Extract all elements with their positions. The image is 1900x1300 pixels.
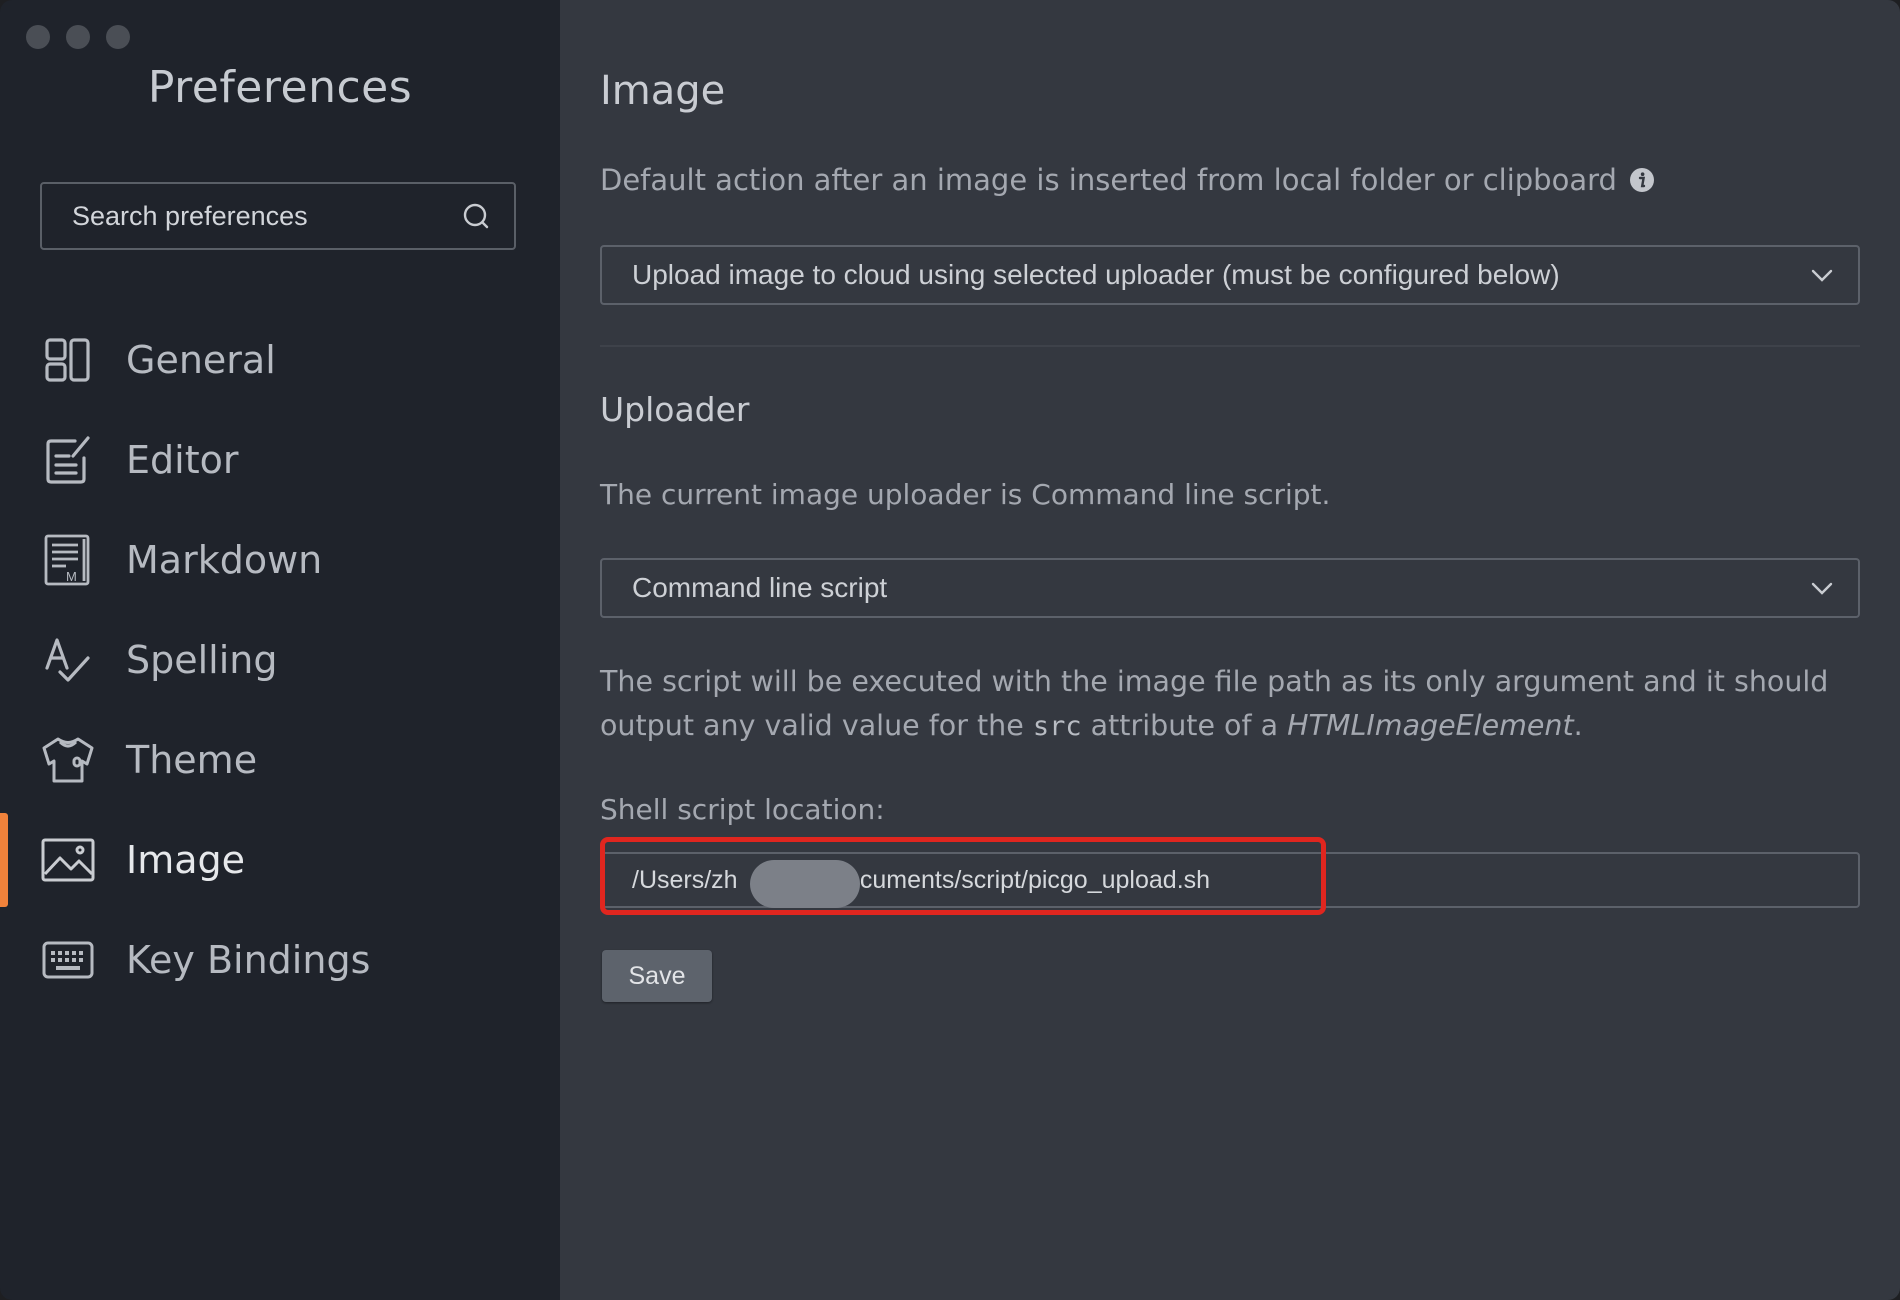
sidebar-item-label: Image: [126, 838, 246, 882]
chevron-down-icon: [1808, 574, 1836, 609]
search-input[interactable]: [42, 199, 456, 233]
sidebar-item-label: General: [126, 338, 276, 382]
uploader-value: Command line script: [632, 572, 888, 603]
redaction-blur: [750, 860, 860, 908]
image-icon: [40, 832, 96, 888]
sidebar: Preferences General: [0, 0, 560, 1300]
default-action-label: Default action after an image is inserte…: [600, 163, 1655, 197]
uploader-heading: Uploader: [600, 390, 750, 429]
sidebar-item-label: Markdown: [126, 538, 323, 582]
sidebar-item-label: Key Bindings: [126, 938, 371, 982]
script-desc-part2: attribute of a: [1081, 709, 1288, 742]
sidebar-item-spelling[interactable]: Spelling: [0, 610, 560, 710]
sidebar-item-editor[interactable]: Editor: [0, 410, 560, 510]
markdown-icon: M: [40, 532, 96, 588]
zoom-window-button[interactable]: [106, 25, 130, 49]
sidebar-item-theme[interactable]: Theme: [0, 710, 560, 810]
sidebar-item-label: Editor: [126, 438, 239, 482]
script-desc-code: src: [1032, 711, 1082, 742]
default-action-text: Default action after an image is inserte…: [600, 163, 1617, 197]
sidebar-item-image[interactable]: Image: [0, 810, 560, 910]
preferences-window: Preferences General: [0, 0, 1900, 1300]
window-controls: [26, 25, 130, 49]
sidebar-item-label: Theme: [126, 738, 258, 782]
shell-script-label: Shell script location:: [600, 793, 885, 826]
close-window-button[interactable]: [26, 25, 50, 49]
uploader-current-text: The current image uploader is Command li…: [600, 478, 1331, 511]
sidebar-item-label: Spelling: [126, 638, 278, 682]
shirt-icon: [40, 732, 96, 788]
default-action-value: Upload image to cloud using selected upl…: [632, 259, 1560, 290]
edit-icon: [40, 432, 96, 488]
chevron-down-icon: [1808, 261, 1836, 296]
script-description: The script will be executed with the ima…: [600, 660, 1860, 749]
spellcheck-icon: [40, 632, 96, 688]
minimize-window-button[interactable]: [66, 25, 90, 49]
search-icon[interactable]: [456, 196, 496, 236]
search-box[interactable]: [40, 182, 516, 250]
default-action-select[interactable]: Upload image to cloud using selected upl…: [600, 245, 1860, 305]
script-desc-part3: .: [1573, 709, 1583, 742]
sidebar-title: Preferences: [147, 62, 413, 113]
page-title: Image: [600, 68, 726, 114]
sidebar-nav: General Editor M Markdown Spelling Theme…: [0, 310, 560, 1010]
sidebar-item-general[interactable]: General: [0, 310, 560, 410]
keyboard-icon: [40, 932, 96, 988]
sidebar-item-keybindings[interactable]: Key Bindings: [0, 910, 560, 1010]
uploader-select[interactable]: Command line script: [600, 558, 1860, 618]
script-desc-em: HTMLImageElement: [1287, 709, 1574, 742]
svg-text:M: M: [66, 569, 77, 584]
grid-icon: [40, 332, 96, 388]
save-button[interactable]: Save: [602, 950, 712, 1002]
section-divider: [600, 345, 1860, 347]
main-panel: Image Default action after an image is i…: [560, 0, 1900, 1300]
info-icon[interactable]: [1629, 167, 1655, 193]
sidebar-item-markdown[interactable]: M Markdown: [0, 510, 560, 610]
